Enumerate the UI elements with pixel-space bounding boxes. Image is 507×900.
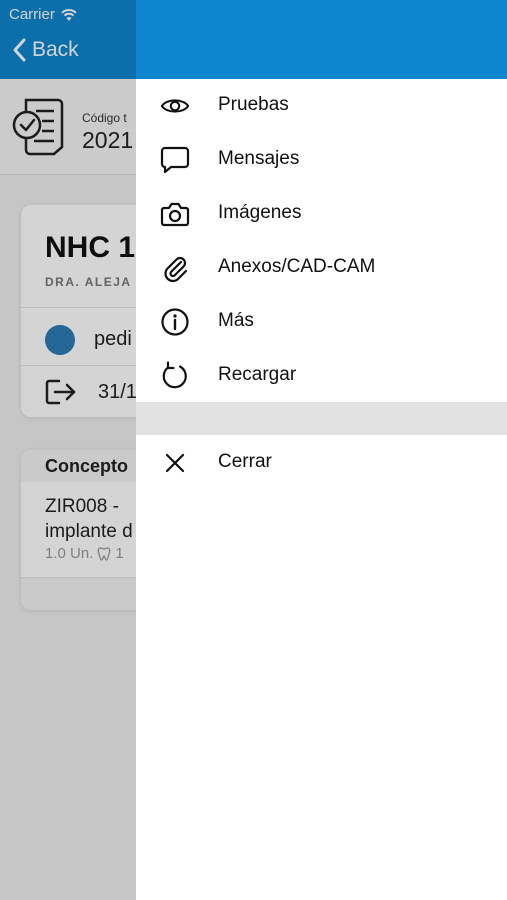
menu-item-imagenes[interactable]: Imágenes — [136, 187, 507, 241]
menu-item-recargar[interactable]: Recargar — [136, 349, 507, 403]
reload-icon — [160, 361, 190, 391]
menu-item-pruebas[interactable]: Pruebas — [136, 79, 507, 133]
close-icon — [160, 448, 190, 478]
info-icon — [160, 307, 190, 337]
menu-item-cerrar[interactable]: Cerrar — [136, 436, 507, 490]
side-menu: Pruebas Mensajes Imágenes Anexos/CAD-CAM — [136, 0, 507, 900]
message-icon — [160, 145, 190, 175]
menu-separator — [136, 402, 507, 435]
menu-item-label: Pruebas — [218, 94, 289, 115]
menu-item-label: Recargar — [218, 364, 297, 385]
menu-item-label: Mensajes — [218, 148, 300, 169]
menu-item-mas[interactable]: Más — [136, 295, 507, 349]
menu-header — [136, 0, 507, 79]
menu-item-label: Anexos/CAD-CAM — [218, 256, 376, 277]
menu-item-mensajes[interactable]: Mensajes — [136, 133, 507, 187]
menu-item-label: Más — [218, 310, 254, 331]
camera-icon — [160, 199, 190, 229]
eye-icon — [160, 91, 190, 121]
menu-item-label: Cerrar — [218, 451, 272, 472]
menu-item-anexos[interactable]: Anexos/CAD-CAM — [136, 241, 507, 295]
paperclip-icon — [160, 253, 190, 283]
menu-item-label: Imágenes — [218, 202, 302, 223]
